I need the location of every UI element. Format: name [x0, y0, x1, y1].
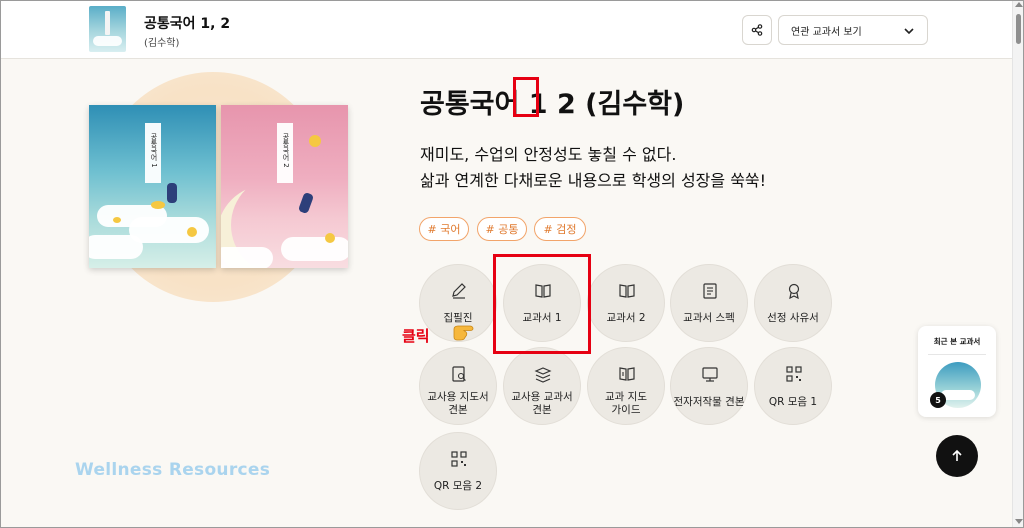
description-line-2: 삶과 연계한 다채로운 내용으로 학생의 성장을 쑥쑥! [420, 171, 767, 190]
qr-icon [786, 366, 802, 382]
monitor-icon [702, 367, 718, 382]
related-textbook-select[interactable]: 연관 교과서 보기 [778, 15, 928, 45]
tag-common[interactable]: # 공통 [477, 217, 527, 241]
page-scrollbar[interactable] [1012, 0, 1024, 528]
recent-textbooks-widget[interactable]: 최근 본 교과서 5 [918, 326, 996, 417]
description-line-1: 재미도, 수업의 안정성도 놓칠 수 없다. [420, 145, 677, 164]
book-open-icon [619, 284, 635, 298]
menu-textbook-2-label: 교과서 2 [606, 312, 646, 324]
menu-textbook-spec[interactable]: 교과서 스펙 [670, 264, 748, 342]
textbook-cover-1: 공통국어 1 [89, 105, 216, 268]
award-icon [788, 283, 800, 300]
menu-teaching-guide-label: 교과 지도 가이드 [605, 391, 647, 416]
click-annotation-label: 클릭 [402, 327, 430, 345]
menu-teacher-guide-sample-label: 교사용 지도서 견본 [427, 391, 489, 416]
menu-digital-sample[interactable]: 전자저작물 견본 [670, 347, 748, 425]
menu-teacher-textbook-sample[interactable]: 교사용 교과서 견본 [503, 347, 581, 425]
textbook-thumbnail[interactable] [89, 6, 126, 52]
tag-korean[interactable]: # 국어 [419, 217, 469, 241]
recent-count-badge: 5 [930, 392, 946, 408]
page-title: 공통국어 1 2 (김수학) [420, 82, 684, 121]
menu-digital-sample-label: 전자저작물 견본 [673, 396, 745, 408]
arrow-up-icon [952, 449, 962, 461]
menu-teacher-guide-sample[interactable]: 교사용 지도서 견본 [419, 347, 497, 425]
pen-icon [452, 283, 466, 299]
share-button[interactable] [742, 15, 772, 45]
recent-title: 최근 본 교과서 [933, 337, 981, 346]
share-icon [751, 24, 763, 36]
menu-qr-collection-2-label: QR 모음 2 [433, 480, 483, 492]
watermark-text: Wellness Resources [75, 460, 271, 480]
menu-selection-reason[interactable]: 선정 사유서 [754, 264, 832, 342]
stack-icon [534, 367, 552, 383]
menu-selection-reason-label: 선정 사유서 [767, 312, 819, 324]
menu-textbook-spec-label: 교과서 스펙 [683, 312, 735, 324]
book1-spine-title: 공통국어 1 [150, 133, 158, 168]
menu-textbook-2[interactable]: 교과서 2 [587, 264, 665, 342]
title-highlight-box [513, 77, 539, 117]
menu-teacher-textbook-sample-label: 교사용 교과서 견본 [511, 391, 573, 416]
scroll-down-arrow[interactable] [1015, 519, 1023, 524]
header-title: 공통국어 1, 2 [144, 16, 231, 32]
pointing-hand-icon [453, 325, 474, 341]
menu-teaching-guide[interactable]: 교과 지도 가이드 [587, 347, 665, 425]
chevron-down-icon [904, 28, 914, 35]
header-author: (김수학) [144, 38, 180, 49]
top-header: 공통국어 1, 2 (김수학) 연관 교과서 보기 [0, 0, 1012, 59]
related-select-value: 연관 교과서 보기 [791, 26, 862, 38]
book-info-icon [619, 367, 635, 381]
title-part-after: 2 (김수학) [547, 89, 685, 120]
scroll-thumb[interactable] [1016, 14, 1021, 44]
document-icon [703, 283, 717, 299]
scroll-to-top-button[interactable] [936, 435, 978, 477]
textbook-cover-2: 공통국어 2 [221, 105, 348, 268]
menu-qr-collection-1[interactable]: QR 모음 1 [754, 347, 832, 425]
scroll-up-arrow[interactable] [1015, 2, 1023, 7]
menu-qr-collection-1-label: QR 모음 1 [768, 396, 818, 408]
menu-qr-collection-2[interactable]: QR 모음 2 [419, 432, 497, 510]
teacher-guide-icon [452, 366, 466, 382]
book2-spine-title: 공통국어 2 [282, 133, 290, 168]
tag-certified[interactable]: # 검정 [534, 217, 586, 241]
click-highlight-box [493, 254, 591, 354]
qr-icon [451, 451, 467, 467]
